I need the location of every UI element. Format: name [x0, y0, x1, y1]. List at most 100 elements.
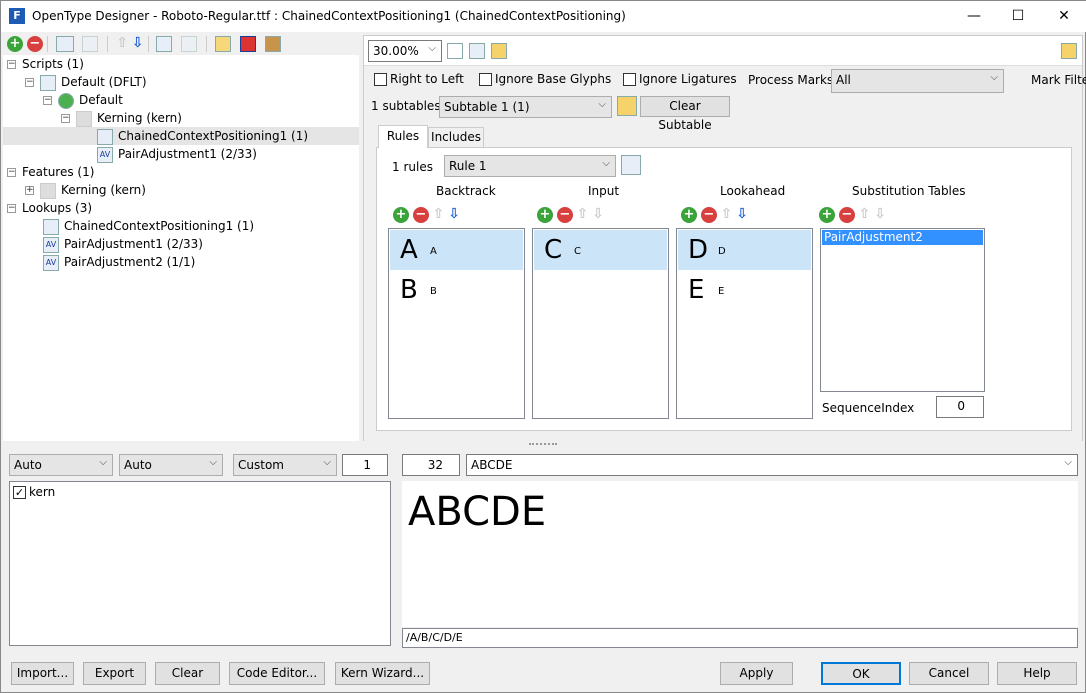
up-icon[interactable]: ⇧: [577, 206, 589, 222]
ignore-base-checkbox[interactable]: Ignore Base Glyphs: [479, 72, 611, 86]
move-up-icon[interactable]: ⇧: [116, 35, 128, 51]
down-icon[interactable]: ⇩: [592, 206, 604, 222]
help-button[interactable]: Help: [997, 662, 1077, 685]
subst-item[interactable]: PairAdjustment2: [822, 230, 983, 245]
title-bar: F OpenType Designer - Roboto-Regular.ttf…: [1, 1, 1086, 32]
kern-icon[interactable]: [181, 35, 198, 52]
add-icon[interactable]: +: [681, 207, 697, 223]
lookahead-list[interactable]: DD EE: [676, 228, 813, 419]
tree-node-feature-kern-2[interactable]: + Kerning (kern): [25, 181, 146, 199]
mode-combo[interactable]: Custom ⌵: [233, 454, 337, 476]
ok-button[interactable]: OK: [821, 662, 901, 685]
glyph-item[interactable]: AA: [390, 230, 523, 270]
glyph-item[interactable]: EE: [678, 270, 811, 310]
expand-icon[interactable]: +: [25, 186, 34, 195]
feature-list[interactable]: ✓ kern: [9, 481, 391, 646]
remove-icon[interactable]: −: [838, 207, 855, 223]
down-icon[interactable]: ⇩: [874, 206, 886, 222]
minimize-button[interactable]: —: [951, 1, 997, 32]
close-button[interactable]: ✕: [1041, 1, 1086, 32]
tree-node-lookup-chained[interactable]: ChainedContextPositioning1 (1): [43, 217, 254, 235]
tag-icon[interactable]: [55, 35, 74, 52]
glyph-item[interactable]: BB: [390, 270, 523, 310]
kern-wizard-button[interactable]: Kern Wizard...: [335, 662, 430, 685]
feature-icon: [76, 110, 92, 127]
checkbox[interactable]: ✓: [13, 486, 26, 499]
glyph-item[interactable]: DD: [678, 230, 811, 270]
ignore-ligatures-checkbox[interactable]: Ignore Ligatures: [623, 72, 737, 86]
up-icon[interactable]: ⇧: [859, 206, 871, 222]
clipboard-icon[interactable]: [617, 96, 637, 116]
remove-icon[interactable]: −: [412, 207, 429, 223]
tree-structure-icon[interactable]: [215, 35, 232, 52]
tree-node-features[interactable]: − Features (1): [7, 163, 94, 181]
code-editor-button[interactable]: Code Editor...: [229, 662, 325, 685]
tree-node-chained-lookup[interactable]: ChainedContextPositioning1 (1): [3, 127, 359, 145]
import-button[interactable]: Import...: [11, 662, 74, 685]
tree-node-scripts[interactable]: − Scripts (1): [7, 55, 84, 73]
collapse-icon[interactable]: −: [43, 96, 52, 105]
lookup-tree[interactable]: − Scripts (1) − Default (DFLT) − Default − K…: [3, 55, 359, 441]
collapse-icon[interactable]: −: [7, 204, 16, 213]
apply-button[interactable]: Apply: [720, 662, 793, 685]
clear-button[interactable]: Clear: [155, 662, 220, 685]
tree-node-lookups[interactable]: − Lookups (3): [7, 199, 92, 217]
preview-text-input[interactable]: ABCDE ⌵: [466, 454, 1078, 476]
glyph-item[interactable]: CC: [534, 230, 667, 270]
tab-rules[interactable]: Rules: [378, 125, 428, 148]
lightning-tag-icon[interactable]: [156, 35, 173, 52]
cancel-button[interactable]: Cancel: [909, 662, 989, 685]
zoom-combo[interactable]: 30.00% ⌵: [368, 40, 442, 62]
backtrack-list[interactable]: AA BB: [388, 228, 525, 419]
subtable-combo[interactable]: Subtable 1 (1) ⌵: [439, 96, 612, 118]
tree-node-language[interactable]: − Default: [43, 91, 123, 109]
sequence-index-stepper[interactable]: 0: [936, 396, 984, 418]
remove-icon[interactable]: −: [26, 36, 43, 52]
tree-toolbar: + − ⇧ ⇩: [7, 35, 286, 53]
language-combo[interactable]: Auto ⌵: [119, 454, 223, 476]
fit-icon[interactable]: [447, 43, 463, 59]
maximize-button[interactable]: ☐: [995, 1, 1041, 32]
tree-node-lookup-pair1[interactable]: AV PairAdjustment1 (2/33): [43, 235, 203, 253]
add-icon[interactable]: +: [393, 207, 409, 223]
remove-icon[interactable]: −: [556, 207, 573, 223]
tab-includes[interactable]: Includes: [428, 127, 484, 148]
clipboard-icon[interactable]: [1061, 43, 1077, 59]
add-icon[interactable]: +: [819, 207, 835, 223]
feature-item-kern[interactable]: ✓ kern: [13, 485, 387, 499]
rename-icon[interactable]: [82, 35, 99, 52]
up-icon[interactable]: ⇧: [433, 206, 445, 222]
add-icon[interactable]: +: [537, 207, 553, 223]
down-icon[interactable]: ⇩: [736, 206, 748, 222]
pencil-icon[interactable]: [491, 43, 507, 59]
collapse-icon[interactable]: −: [7, 60, 16, 69]
table-icon[interactable]: [469, 43, 485, 59]
tree-node-script-dflt[interactable]: − Default (DFLT): [25, 73, 147, 91]
script-combo[interactable]: Auto ⌵: [9, 454, 113, 476]
tree-node-lookup-pair2[interactable]: AV PairAdjustment2 (1/1): [43, 253, 195, 271]
count-stepper[interactable]: 1: [342, 454, 388, 476]
down-icon[interactable]: ⇩: [448, 206, 460, 222]
substitution-list[interactable]: PairAdjustment2: [820, 228, 985, 392]
window-icon[interactable]: [239, 35, 256, 52]
collapse-icon[interactable]: −: [25, 78, 34, 87]
remove-icon[interactable]: −: [700, 207, 717, 223]
add-icon[interactable]: +: [7, 36, 23, 52]
process-marks-combo[interactable]: All ⌵: [831, 69, 1004, 93]
size-stepper[interactable]: 32: [402, 454, 460, 476]
export-button[interactable]: Export: [83, 662, 146, 685]
input-list[interactable]: CC: [532, 228, 669, 419]
rule-list-icon[interactable]: [621, 155, 641, 175]
up-icon[interactable]: ⇧: [721, 206, 733, 222]
glyph-string-field[interactable]: /A/B/C/D/E: [402, 628, 1078, 648]
broom-icon[interactable]: [264, 35, 281, 52]
tree-node-pair-lookup[interactable]: AV PairAdjustment1 (2/33): [97, 145, 257, 163]
clear-subtable-button[interactable]: Clear Subtable: [640, 96, 730, 132]
collapse-icon[interactable]: −: [61, 114, 70, 123]
move-down-icon[interactable]: ⇩: [132, 35, 144, 51]
rtl-checkbox[interactable]: Right to Left: [374, 72, 464, 86]
rule-combo[interactable]: Rule 1 ⌵: [444, 155, 616, 177]
splitter-handle[interactable]: [529, 443, 557, 446]
collapse-icon[interactable]: −: [7, 168, 16, 177]
tree-node-feature-kern[interactable]: − Kerning (kern): [61, 109, 182, 127]
